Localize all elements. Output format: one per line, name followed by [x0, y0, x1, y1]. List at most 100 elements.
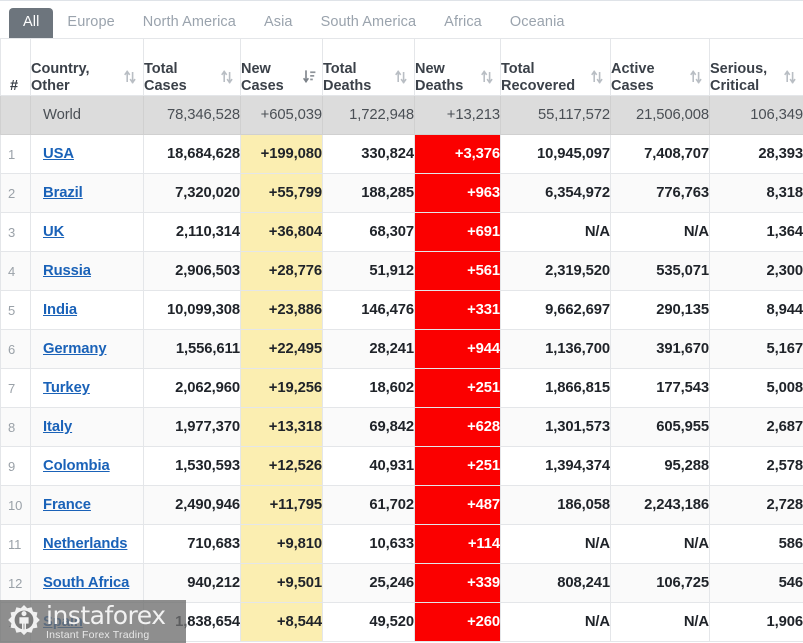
cell-new-cases: +28,776: [240, 251, 323, 291]
country-link[interactable]: Germany: [43, 341, 107, 357]
cell-new-cases: +9,501: [240, 563, 323, 603]
cell-serious: 5,008: [709, 368, 803, 408]
tab-oceania[interactable]: Oceania: [496, 8, 579, 38]
cell-total-cases: 10,099,308: [143, 290, 241, 330]
country-link[interactable]: Russia: [43, 263, 91, 279]
cell-index: 6: [0, 329, 31, 369]
table-row: 13 Spain 1,838,654 +8,544 49,520 +260 N/A N/A 1,…: [0, 602, 803, 642]
cell-total-recovered: 1,136,700: [500, 329, 611, 369]
column-header-serious[interactable]: Serious, Critical: [709, 38, 803, 96]
cell-serious: 1,906: [709, 602, 803, 642]
column-header-total_deaths[interactable]: Total Deaths: [322, 38, 415, 96]
covid-table: # Country, Other Total Cases New Cases Total Dea…: [0, 38, 803, 642]
cell-new-deaths: +13,213: [414, 95, 501, 135]
cell-total-deaths: 10,633: [322, 524, 415, 564]
cell-total-recovered: N/A: [500, 524, 611, 564]
cell-index: 2: [0, 173, 31, 213]
cell-serious: 546: [709, 563, 803, 603]
cell-index: [0, 95, 31, 135]
cell-serious: 2,728: [709, 485, 803, 525]
cell-new-cases: +8,544: [240, 602, 323, 642]
column-header-index[interactable]: #: [0, 38, 31, 96]
cell-new-cases: +12,526: [240, 446, 323, 486]
cell-active-cases: 391,670: [610, 329, 710, 369]
sort-toggle-icon[interactable]: [690, 70, 702, 84]
tab-africa[interactable]: Africa: [430, 8, 496, 38]
cell-country: Spain: [30, 602, 144, 642]
cell-active-cases: 535,071: [610, 251, 710, 291]
cell-new-cases: +55,799: [240, 173, 323, 213]
country-link[interactable]: Spain: [43, 614, 83, 630]
cell-new-deaths: +691: [414, 212, 501, 252]
cell-country: Netherlands: [30, 524, 144, 564]
cell-index: 11: [0, 524, 31, 564]
tab-north-america[interactable]: North America: [129, 8, 250, 38]
cell-total-cases: 78,346,528: [143, 95, 241, 135]
cell-country: USA: [30, 134, 144, 174]
cell-serious: 2,578: [709, 446, 803, 486]
country-link[interactable]: Colombia: [43, 458, 110, 474]
table-body: World 78,346,528 +605,039 1,722,948 +13,213 5…: [0, 95, 803, 642]
sort-toggle-icon[interactable]: [221, 70, 233, 84]
cell-new-cases: +13,318: [240, 407, 323, 447]
sort-toggle-icon[interactable]: [591, 70, 603, 84]
country-link[interactable]: Italy: [43, 419, 72, 435]
sort-toggle-icon[interactable]: [395, 70, 407, 84]
sort-amount-desc-icon[interactable]: [303, 70, 316, 84]
country-link[interactable]: USA: [43, 146, 74, 162]
country-link[interactable]: Turkey: [43, 380, 90, 396]
column-header-line1: #: [10, 78, 19, 94]
country-link[interactable]: France: [43, 497, 91, 513]
cell-country: France: [30, 485, 144, 525]
country-link[interactable]: Netherlands: [43, 536, 128, 552]
sort-toggle-icon[interactable]: [124, 70, 136, 84]
column-header-total_cases[interactable]: Total Cases: [143, 38, 241, 96]
tab-all[interactable]: All: [9, 7, 54, 38]
cell-new-deaths: +963: [414, 173, 501, 213]
sort-toggle-icon[interactable]: [784, 70, 796, 84]
cell-new-cases: +199,080: [240, 134, 323, 174]
cell-new-cases: +22,495: [240, 329, 323, 369]
cell-new-deaths: +331: [414, 290, 501, 330]
cell-new-cases: +9,810: [240, 524, 323, 564]
table-row: 12 South Africa 940,212 +9,501 25,246 +339 808…: [0, 563, 803, 603]
continent-tabbar: All Europe North America Asia South America A…: [0, 0, 803, 38]
sort-toggle-icon[interactable]: [481, 70, 493, 84]
cell-active-cases: 290,135: [610, 290, 710, 330]
table-row: 6 Germany 1,556,611 +22,495 28,241 +944 1,136,…: [0, 329, 803, 369]
cell-total-recovered: 6,354,972: [500, 173, 611, 213]
country-link[interactable]: UK: [43, 224, 64, 240]
tab-asia[interactable]: Asia: [250, 8, 307, 38]
column-header-new_cases[interactable]: New Cases: [240, 38, 323, 96]
cell-total-deaths: 1,722,948: [322, 95, 415, 135]
country-link[interactable]: India: [43, 302, 77, 318]
cell-total-deaths: 188,285: [322, 173, 415, 213]
cell-total-recovered: 55,117,572: [500, 95, 611, 135]
cell-active-cases: 95,288: [610, 446, 710, 486]
column-header-total_recovered[interactable]: Total Recovered: [500, 38, 611, 96]
cell-total-recovered: 10,945,097: [500, 134, 611, 174]
cell-total-recovered: 9,662,697: [500, 290, 611, 330]
cell-country: World: [30, 95, 144, 135]
column-header-country[interactable]: Country, Other: [30, 38, 144, 96]
table-row: 9 Colombia 1,530,593 +12,526 40,931 +251 1,394…: [0, 446, 803, 486]
country-link[interactable]: Brazil: [43, 185, 83, 201]
cell-total-deaths: 40,931: [322, 446, 415, 486]
cell-country: India: [30, 290, 144, 330]
tab-europe[interactable]: Europe: [53, 8, 128, 38]
cell-index: 1: [0, 134, 31, 174]
table-row: 2 Brazil 7,320,020 +55,799 188,285 +963 6,354,…: [0, 173, 803, 213]
column-header-new_deaths[interactable]: New Deaths: [414, 38, 501, 96]
cell-total-cases: 940,212: [143, 563, 241, 603]
cell-index: 8: [0, 407, 31, 447]
cell-total-cases: 2,906,503: [143, 251, 241, 291]
cell-index: 13: [0, 602, 31, 642]
cell-new-cases: +19,256: [240, 368, 323, 408]
covid-stats-page: All Europe North America Asia South America A…: [0, 0, 803, 643]
cell-total-deaths: 68,307: [322, 212, 415, 252]
country-link[interactable]: South Africa: [43, 575, 129, 591]
cell-serious: 106,349: [709, 95, 803, 135]
column-header-active_cases[interactable]: Active Cases: [610, 38, 710, 96]
tab-south-america[interactable]: South America: [307, 8, 431, 38]
cell-active-cases: 21,506,008: [610, 95, 710, 135]
